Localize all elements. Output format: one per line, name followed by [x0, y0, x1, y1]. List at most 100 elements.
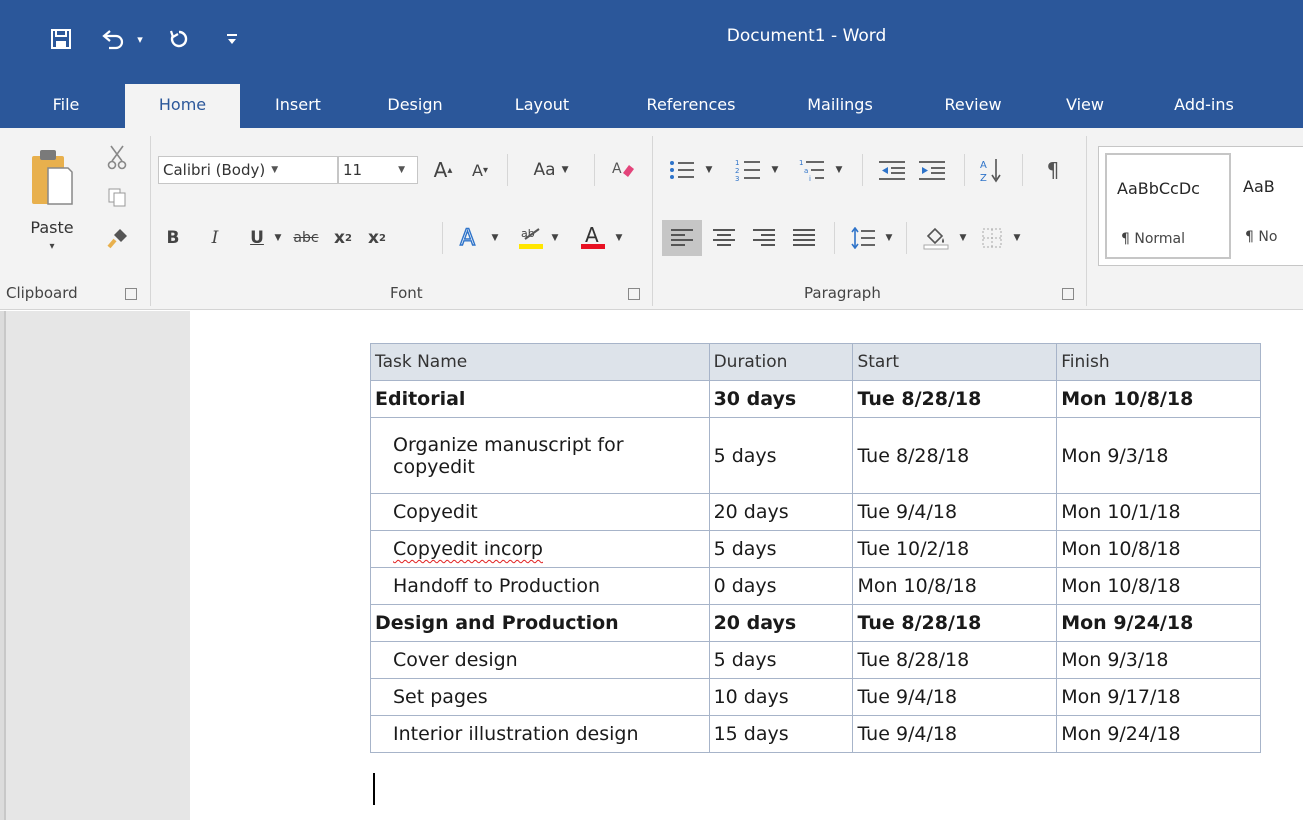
- start-cell[interactable]: Tue 8/28/18: [852, 380, 1058, 418]
- format-painter-icon[interactable]: [104, 224, 132, 252]
- tab-references[interactable]: References: [622, 82, 760, 128]
- start-cell[interactable]: Tue 9/4/18: [852, 678, 1058, 716]
- start-cell[interactable]: Tue 9/4/18: [852, 493, 1058, 531]
- finish-cell[interactable]: Mon 9/24/18: [1056, 604, 1261, 642]
- task-name-cell[interactable]: Editorial: [370, 380, 710, 418]
- numbering-icon[interactable]: 123: [730, 154, 766, 186]
- duration-cell[interactable]: 20 days: [708, 493, 854, 531]
- duration-cell[interactable]: 0 days: [708, 567, 854, 605]
- finish-cell[interactable]: Mon 9/24/18: [1056, 715, 1261, 753]
- header-duration[interactable]: Duration: [708, 343, 854, 381]
- chevron-down-icon[interactable]: ▼: [768, 154, 782, 186]
- chevron-down-icon[interactable]: ▼: [956, 222, 970, 254]
- style-no-spacing[interactable]: AaB ¶ No: [1237, 153, 1303, 259]
- font-color-icon[interactable]: A: [576, 220, 610, 254]
- header-start[interactable]: Start: [852, 343, 1058, 381]
- header-task-name[interactable]: Task Name: [370, 343, 710, 381]
- finish-cell[interactable]: Mon 9/17/18: [1056, 678, 1261, 716]
- finish-cell[interactable]: Mon 10/8/18: [1056, 567, 1261, 605]
- chevron-down-icon[interactable]: ▼: [702, 154, 716, 186]
- subscript-icon[interactable]: x2: [328, 222, 358, 254]
- cut-icon[interactable]: [104, 142, 130, 172]
- italic-icon[interactable]: I: [202, 222, 228, 254]
- chevron-down-icon[interactable]: ▼: [270, 222, 286, 254]
- start-cell[interactable]: Mon 10/8/18: [852, 567, 1058, 605]
- strikethrough-icon[interactable]: abc: [288, 222, 324, 254]
- start-cell[interactable]: Tue 8/28/18: [852, 604, 1058, 642]
- tab-review[interactable]: Review: [928, 82, 1018, 128]
- shading-icon[interactable]: [918, 220, 954, 256]
- paragraph-dialog-launcher-icon[interactable]: [1062, 288, 1074, 300]
- finish-cell[interactable]: Mon 9/3/18: [1056, 641, 1261, 679]
- multilevel-list-icon[interactable]: 1ai: [794, 154, 830, 186]
- clipboard-dialog-launcher-icon[interactable]: [125, 288, 137, 300]
- justify-icon[interactable]: [786, 220, 822, 256]
- start-cell[interactable]: Tue 9/4/18: [852, 715, 1058, 753]
- copy-icon[interactable]: [104, 184, 130, 210]
- start-cell[interactable]: Tue 10/2/18: [852, 530, 1058, 568]
- text-effects-icon[interactable]: A: [452, 220, 488, 254]
- align-right-icon[interactable]: [746, 220, 782, 256]
- shrink-font-icon[interactable]: A ▾: [464, 154, 496, 186]
- tab-mailings[interactable]: Mailings: [786, 82, 894, 128]
- style-normal[interactable]: AaBbCcDc ¶ Normal: [1105, 153, 1231, 259]
- change-case-button[interactable]: Aa ▼: [522, 154, 580, 186]
- align-center-icon[interactable]: [706, 220, 742, 256]
- chevron-down-icon[interactable]: ▼: [488, 222, 502, 254]
- document-page[interactable]: Task Name Duration Start Finish Editoria…: [190, 311, 1303, 820]
- chevron-down-icon[interactable]: ▼: [612, 222, 626, 254]
- font-dialog-launcher-icon[interactable]: [628, 288, 640, 300]
- duration-cell[interactable]: 20 days: [708, 604, 854, 642]
- task-name-cell[interactable]: Cover design: [370, 641, 710, 679]
- chevron-down-icon[interactable]: ▼: [271, 165, 278, 175]
- align-left-icon[interactable]: [662, 220, 702, 256]
- finish-cell[interactable]: Mon 10/8/18: [1056, 380, 1261, 418]
- tab-design[interactable]: Design: [370, 82, 460, 128]
- duration-cell[interactable]: 15 days: [708, 715, 854, 753]
- task-name-cell[interactable]: Organize manuscript for copyedit: [370, 417, 710, 494]
- increase-indent-icon[interactable]: [914, 154, 950, 186]
- superscript-icon[interactable]: x2: [362, 222, 392, 254]
- grow-font-icon[interactable]: A ▴: [426, 154, 460, 186]
- chevron-down-icon[interactable]: ▼: [398, 165, 405, 175]
- borders-icon[interactable]: [976, 220, 1008, 256]
- finish-cell[interactable]: Mon 10/1/18: [1056, 493, 1261, 531]
- tab-layout[interactable]: Layout: [494, 82, 590, 128]
- underline-icon[interactable]: U: [244, 222, 270, 254]
- tab-file[interactable]: File: [36, 82, 96, 128]
- duration-cell[interactable]: 5 days: [708, 641, 854, 679]
- task-name-cell[interactable]: Set pages: [370, 678, 710, 716]
- duration-cell[interactable]: 5 days: [708, 530, 854, 568]
- paste-icon[interactable]: [20, 142, 82, 212]
- paste-dropdown-icon[interactable]: ▾: [40, 238, 64, 254]
- chevron-down-icon[interactable]: ▼: [548, 222, 562, 254]
- tab-view[interactable]: View: [1050, 82, 1120, 128]
- start-cell[interactable]: Tue 8/28/18: [852, 417, 1058, 494]
- tab-insert[interactable]: Insert: [258, 82, 338, 128]
- font-name-combo[interactable]: Calibri (Body) ▼: [158, 156, 338, 184]
- bullets-icon[interactable]: [664, 154, 700, 186]
- task-name-cell[interactable]: Copyedit: [370, 493, 710, 531]
- chevron-down-icon[interactable]: ▼: [882, 222, 896, 254]
- tab-add-ins[interactable]: Add-ins: [1156, 82, 1252, 128]
- clear-formatting-icon[interactable]: A: [606, 154, 640, 186]
- duration-cell[interactable]: 30 days: [708, 380, 854, 418]
- task-name-cell[interactable]: Design and Production: [370, 604, 710, 642]
- line-spacing-icon[interactable]: [846, 220, 880, 256]
- finish-cell[interactable]: Mon 9/3/18: [1056, 417, 1261, 494]
- start-cell[interactable]: Tue 8/28/18: [852, 641, 1058, 679]
- header-finish[interactable]: Finish: [1056, 343, 1261, 381]
- bold-icon[interactable]: B: [160, 222, 186, 254]
- duration-cell[interactable]: 10 days: [708, 678, 854, 716]
- highlight-icon[interactable]: ab: [514, 220, 548, 254]
- task-name-cell[interactable]: Handoff to Production: [370, 567, 710, 605]
- sort-icon[interactable]: AZ: [974, 154, 1008, 186]
- task-name-cell[interactable]: Interior illustration design: [370, 715, 710, 753]
- duration-cell[interactable]: 5 days: [708, 417, 854, 494]
- font-size-combo[interactable]: 11 ▼: [338, 156, 418, 184]
- chevron-down-icon[interactable]: ▼: [832, 154, 846, 186]
- finish-cell[interactable]: Mon 10/8/18: [1056, 530, 1261, 568]
- show-formatting-marks-icon[interactable]: ¶: [1036, 154, 1070, 186]
- task-table[interactable]: Task Name Duration Start Finish Editoria…: [370, 343, 1261, 753]
- decrease-indent-icon[interactable]: [874, 154, 910, 186]
